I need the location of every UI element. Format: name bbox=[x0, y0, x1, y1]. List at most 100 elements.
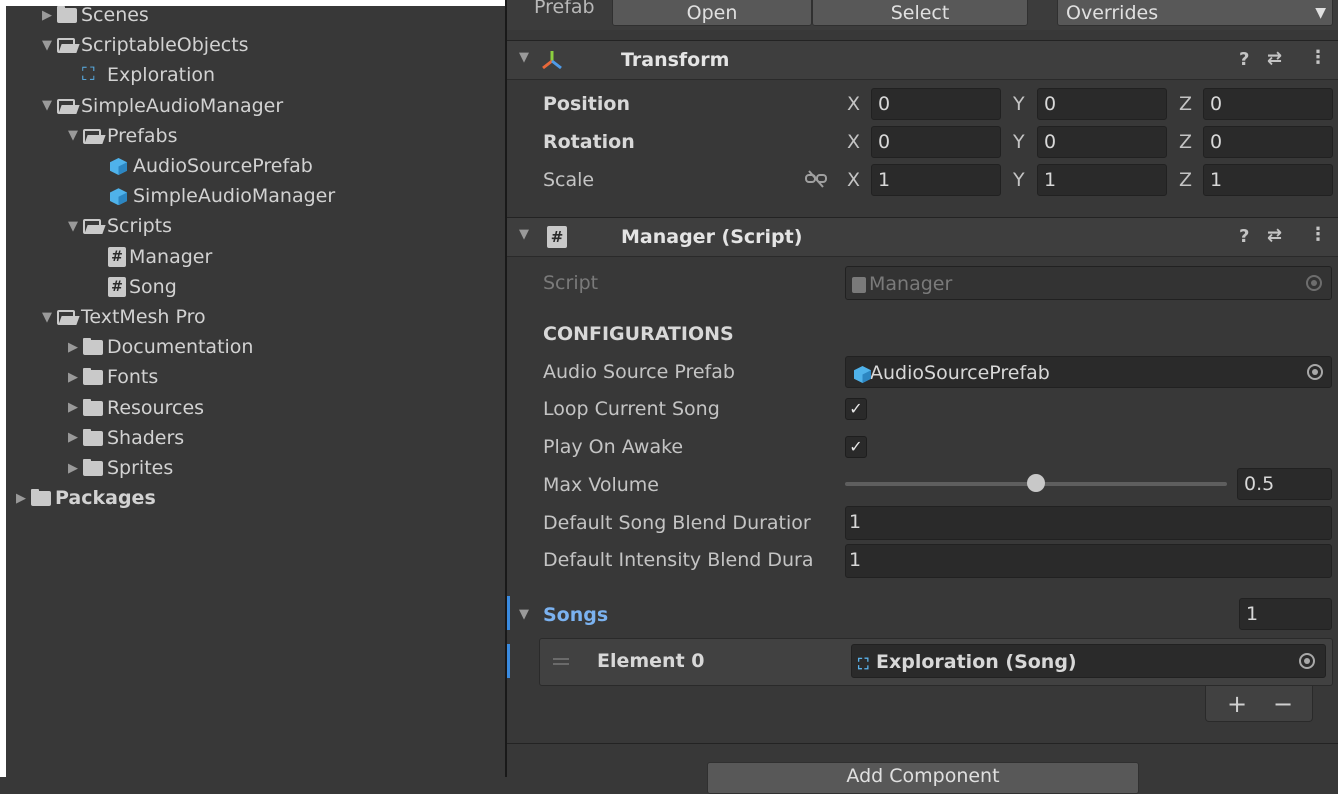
rotation-x-field[interactable]: 0 bbox=[871, 126, 1001, 158]
project-item[interactable]: ⛶ Exploration bbox=[64, 60, 215, 90]
help-icon[interactable]: ? bbox=[1239, 226, 1249, 247]
add-component-button[interactable]: Add Component bbox=[707, 762, 1139, 794]
position-x-field[interactable]: 0 bbox=[871, 88, 1001, 120]
default-intensity-blend-duration-label: Default Intensity Blend Dura bbox=[543, 549, 814, 571]
rotation-z-field[interactable]: 0 bbox=[1203, 126, 1333, 158]
object-picker-icon[interactable] bbox=[1299, 653, 1315, 669]
prefab-open-button[interactable]: Open bbox=[612, 0, 812, 26]
project-item[interactable]: ▶ Packages bbox=[12, 483, 156, 513]
presets-icon[interactable]: ⇄ bbox=[1267, 48, 1282, 69]
csharp-script-icon: # bbox=[108, 276, 126, 297]
help-icon[interactable]: ? bbox=[1239, 49, 1249, 70]
project-item-label: Documentation bbox=[107, 336, 254, 359]
project-item[interactable]: SimpleAudioManager bbox=[90, 181, 335, 211]
folder-closed-icon bbox=[82, 367, 104, 387]
scale-y-axis[interactable]: Y bbox=[1013, 169, 1025, 191]
position-x-axis[interactable]: X bbox=[847, 93, 860, 115]
expand-arrow-icon[interactable]: ▼ bbox=[38, 310, 56, 325]
scale-y-field[interactable]: 1 bbox=[1037, 164, 1167, 196]
prefab-select-button[interactable]: Select bbox=[812, 0, 1028, 26]
object-picker-icon[interactable] bbox=[1307, 364, 1323, 380]
collapsed-arrow-icon[interactable]: ▶ bbox=[38, 8, 56, 23]
position-y-field[interactable]: 0 bbox=[1037, 88, 1167, 120]
max-volume-slider-thumb[interactable] bbox=[1027, 474, 1045, 492]
element-0-value: Exploration (Song) bbox=[876, 651, 1077, 673]
more-menu-icon[interactable]: ⋮ bbox=[1309, 224, 1327, 245]
rotation-x-axis[interactable]: X bbox=[847, 131, 860, 153]
project-item[interactable]: ▶ Resources bbox=[64, 393, 204, 423]
project-item[interactable]: # Manager bbox=[90, 242, 212, 272]
remove-element-button[interactable]: − bbox=[1273, 690, 1293, 718]
expand-arrow-icon[interactable]: ▼ bbox=[38, 98, 56, 113]
collapsed-arrow-icon[interactable]: ▶ bbox=[64, 340, 82, 355]
audio-source-prefab-label: Audio Source Prefab bbox=[543, 361, 735, 383]
rotation-y-field[interactable]: 0 bbox=[1037, 126, 1167, 158]
project-item-label: AudioSourcePrefab bbox=[133, 155, 313, 177]
more-menu-icon[interactable]: ⋮ bbox=[1309, 47, 1327, 68]
project-item[interactable]: ▼ Scripts bbox=[64, 211, 172, 241]
collapsed-arrow-icon[interactable]: ▶ bbox=[12, 491, 30, 506]
folder-open-icon bbox=[82, 216, 104, 236]
collapsed-arrow-icon[interactable]: ▶ bbox=[64, 430, 82, 445]
scale-x-axis[interactable]: X bbox=[847, 169, 860, 191]
rotation-y-axis[interactable]: Y bbox=[1013, 131, 1025, 153]
project-item[interactable]: ▼ SimpleAudioManager bbox=[38, 91, 283, 121]
project-item-label: Fonts bbox=[107, 366, 159, 389]
presets-icon[interactable]: ⇄ bbox=[1267, 225, 1282, 246]
drag-handle-icon[interactable] bbox=[553, 658, 569, 660]
inspector-panel: Prefab Open Select Overrides ▼ ▼ Transfo… bbox=[507, 0, 1338, 794]
prefab-overrides-dropdown[interactable]: Overrides ▼ bbox=[1057, 0, 1333, 26]
position-z-axis[interactable]: Z bbox=[1179, 93, 1192, 115]
project-item[interactable]: ▼ TextMesh Pro bbox=[38, 302, 206, 332]
prefab-cube-icon bbox=[108, 156, 130, 176]
collapse-arrow-icon[interactable]: ▼ bbox=[519, 227, 529, 242]
project-item[interactable]: ▶ Shaders bbox=[64, 423, 184, 453]
scale-z-axis[interactable]: Z bbox=[1179, 169, 1192, 191]
project-item[interactable]: ▼ ScriptableObjects bbox=[38, 30, 249, 60]
audio-source-prefab-field[interactable]: AudioSourcePrefab bbox=[845, 356, 1332, 388]
songs-label[interactable]: Songs bbox=[543, 604, 608, 626]
add-element-button[interactable]: + bbox=[1227, 690, 1247, 718]
project-item-label: Manager bbox=[129, 245, 213, 268]
project-item-label: Prefabs bbox=[107, 124, 178, 147]
max-volume-field[interactable]: 0.5 bbox=[1237, 468, 1332, 500]
default-intensity-blend-duration-field[interactable]: 1 bbox=[845, 544, 1332, 578]
default-song-blend-duration-field[interactable]: 1 bbox=[845, 506, 1332, 540]
collapsed-arrow-icon[interactable]: ▶ bbox=[64, 370, 82, 385]
project-item-label: SimpleAudioManager bbox=[81, 94, 284, 117]
collapsed-arrow-icon[interactable]: ▶ bbox=[64, 461, 82, 476]
project-item[interactable]: ▼ Prefabs bbox=[64, 121, 178, 151]
songs-foldout-arrow-icon[interactable]: ▼ bbox=[519, 607, 529, 622]
position-z-field[interactable]: 0 bbox=[1203, 88, 1333, 120]
collapse-arrow-icon[interactable]: ▼ bbox=[519, 50, 529, 65]
scale-x-field[interactable]: 1 bbox=[871, 164, 1001, 196]
project-item[interactable]: ▶ Fonts bbox=[64, 362, 158, 392]
collapsed-arrow-icon[interactable]: ▶ bbox=[64, 400, 82, 415]
scale-link-icon[interactable] bbox=[805, 170, 827, 188]
position-y-axis[interactable]: Y bbox=[1013, 93, 1025, 115]
project-item[interactable]: ▶ Documentation bbox=[64, 332, 253, 362]
transform-header[interactable]: ▼ Transform ? ⇄ ⋮ bbox=[507, 40, 1338, 80]
folder-open-icon bbox=[56, 35, 78, 55]
manager-header[interactable]: ▼ # Manager (Script) ? ⇄ ⋮ bbox=[507, 217, 1338, 257]
inspector-separator bbox=[507, 743, 1338, 744]
element-0-field[interactable]: ⛶ Exploration (Song) bbox=[851, 644, 1326, 678]
scale-z-field[interactable]: 1 bbox=[1203, 164, 1333, 196]
csharp-script-icon bbox=[852, 276, 866, 293]
project-item-label: TextMesh Pro bbox=[81, 306, 206, 328]
project-item[interactable]: # Song bbox=[90, 272, 177, 302]
project-item[interactable]: AudioSourcePrefab bbox=[90, 151, 313, 181]
expand-arrow-icon[interactable]: ▼ bbox=[64, 128, 82, 143]
play-on-awake-toggle[interactable]: ✓ bbox=[845, 436, 867, 458]
rotation-label: Rotation bbox=[543, 131, 635, 153]
loop-current-song-toggle[interactable]: ✓ bbox=[845, 398, 867, 420]
rotation-z-axis[interactable]: Z bbox=[1179, 131, 1192, 153]
songs-size-field[interactable]: 1 bbox=[1239, 598, 1332, 630]
project-item[interactable]: ▶ Sprites bbox=[64, 453, 173, 483]
expand-arrow-icon[interactable]: ▼ bbox=[38, 38, 56, 53]
folder-closed-icon bbox=[82, 337, 104, 357]
script-value: Manager bbox=[869, 273, 953, 295]
expand-arrow-icon[interactable]: ▼ bbox=[64, 219, 82, 234]
script-object-field: Manager bbox=[845, 266, 1332, 300]
default-song-blend-duration-label: Default Song Blend Duratior bbox=[543, 512, 811, 534]
